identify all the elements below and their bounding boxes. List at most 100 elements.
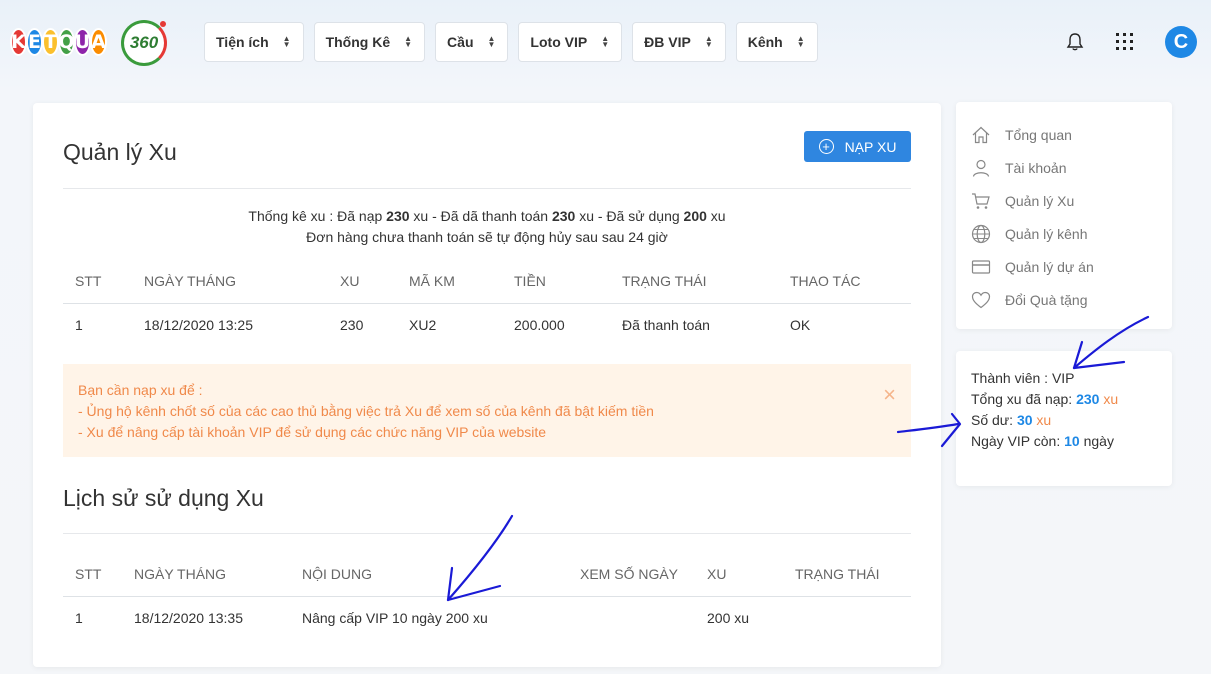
menu-thong-ke[interactable]: Thống Kê ▲ ▼ bbox=[313, 22, 426, 62]
apps-grid-icon[interactable] bbox=[1116, 33, 1133, 50]
sidebar-item-label: Quản lý kênh bbox=[1005, 226, 1088, 242]
heart-icon bbox=[971, 291, 991, 309]
logo-letters: K E T Q U A bbox=[10, 28, 107, 56]
logo-letter: T bbox=[42, 28, 59, 56]
logo-dot bbox=[160, 21, 166, 27]
menu-db-vip[interactable]: ĐB VIP ▲ ▼ bbox=[632, 22, 726, 62]
history-title: Lịch sử sử dụng Xu bbox=[63, 485, 264, 511]
member-info-card: Thành viên : VIP Tổng xu đã nạp: 230 xu … bbox=[956, 351, 1172, 486]
stats-deposited: 230 bbox=[386, 208, 410, 224]
cell-xu: 200 xu bbox=[707, 609, 750, 626]
logo-number: 360 bbox=[129, 33, 159, 52]
stats-paid: 230 bbox=[551, 208, 576, 224]
cell-status: Đã thanh toán bbox=[622, 316, 710, 333]
vip-days-value: 10 bbox=[1064, 433, 1080, 449]
col-header: NGÀY THÁNG bbox=[122, 553, 290, 597]
cell-action[interactable]: OK bbox=[778, 303, 911, 346]
cell-view-days bbox=[568, 596, 695, 639]
stats-line: Thống kê xu : Đã nạp 230 xu - Đã dã than… bbox=[248, 208, 726, 224]
menu-cau[interactable]: Cầu ▲ ▼ bbox=[435, 22, 509, 62]
sidebar-item-projects[interactable]: Quản lý dự án bbox=[971, 256, 1094, 278]
cell-xu: 230 bbox=[340, 316, 364, 333]
sort-arrows-icon: ▲ ▼ bbox=[282, 34, 291, 49]
menu-label: Cầu bbox=[447, 34, 474, 50]
cell-stt: 1 bbox=[75, 609, 83, 626]
sort-arrows-icon: ▲ ▼ bbox=[404, 34, 413, 49]
col-header: TRẠNG THÁI bbox=[783, 553, 911, 597]
cell-status bbox=[783, 596, 911, 639]
alert-line: - Xu để nâng cấp tài khoản VIP để sử dụn… bbox=[78, 424, 547, 440]
avatar-letter: C bbox=[1173, 30, 1189, 53]
sidebar-item-overview[interactable]: Tổng quan bbox=[971, 124, 1072, 146]
sort-arrows-icon: ▲ ▼ bbox=[487, 34, 496, 49]
sidebar-item-coins[interactable]: Quản lý Xu bbox=[971, 190, 1074, 212]
member-level: Thành viên : VIP bbox=[971, 370, 1075, 386]
alert-line: Bạn cần nạp xu để : bbox=[78, 382, 203, 398]
avatar[interactable]: C bbox=[1165, 26, 1197, 58]
sort-arrows-icon: ▲ ▼ bbox=[796, 34, 805, 49]
coin-management-card: Quản lý Xu + NẠP XU Thống kê xu : Đã nạp… bbox=[33, 103, 941, 667]
account-sidebar: Tổng quan Tài khoản Quản lý Xu Quản lý k… bbox=[956, 102, 1172, 329]
logo-letter: K bbox=[10, 28, 27, 56]
col-header: MÃ KM bbox=[397, 260, 502, 304]
cell-promo: XU2 bbox=[409, 316, 437, 333]
logo-letter: A bbox=[90, 28, 107, 56]
table-row: 1 18/12/2020 13:35 Nâng cấp VIP 10 ngày … bbox=[63, 596, 911, 639]
col-header: XU bbox=[328, 260, 397, 304]
logo-letter: Q bbox=[58, 28, 75, 56]
stats-used: 200 bbox=[683, 208, 707, 224]
col-header: THAO TÁC bbox=[778, 260, 911, 304]
menu-kenh[interactable]: Kênh ▲ ▼ bbox=[735, 22, 818, 62]
sort-arrows-icon: ▲ ▼ bbox=[704, 34, 713, 49]
table-row: 1 18/12/2020 13:25 230 XU2 200.000 Đã th… bbox=[63, 303, 911, 346]
col-header: TRẠNG THÁI bbox=[610, 260, 778, 304]
col-header: XEM SỐ NGÀY bbox=[568, 553, 695, 597]
menu-loto-vip[interactable]: Loto VIP ▲ ▼ bbox=[518, 22, 623, 62]
plus-circle-icon: + bbox=[818, 139, 834, 154]
home-icon bbox=[972, 126, 990, 144]
col-header: STT bbox=[63, 260, 132, 304]
sidebar-item-gifts[interactable]: Đổi Quà tặng bbox=[971, 289, 1088, 311]
member-total-deposit: Tổng xu đã nạp: 230 xu bbox=[971, 391, 1119, 407]
page-title: Quản lý Xu bbox=[63, 139, 177, 165]
logo-letter: U bbox=[74, 28, 91, 56]
sidebar-item-account[interactable]: Tài khoản bbox=[971, 157, 1066, 179]
cell-date: 18/12/2020 13:25 bbox=[144, 316, 253, 333]
sidebar-item-label: Quản lý dự án bbox=[1005, 259, 1094, 275]
menu-label: Tiện ích bbox=[216, 34, 269, 50]
menu-label: Thống Kê bbox=[325, 34, 391, 50]
globe-icon bbox=[971, 224, 991, 244]
cell-content: Nâng cấp VIP 10 ngày 200 xu bbox=[302, 609, 488, 626]
table-header-row: STT NGÀY THÁNG XU MÃ KM TIỀN TRẠNG THÁI … bbox=[63, 260, 911, 304]
col-header: STT bbox=[63, 553, 122, 597]
logo-360-ring: 360 bbox=[121, 20, 167, 66]
member-balance: Số dư: 30 xu bbox=[971, 412, 1052, 428]
menu-tien-ich[interactable]: Tiện ích ▲ ▼ bbox=[204, 22, 304, 62]
total-value: 230 bbox=[1076, 391, 1100, 407]
cart-icon bbox=[972, 193, 990, 209]
member-level-value: VIP bbox=[1051, 370, 1075, 386]
cell-date: 18/12/2020 13:35 bbox=[134, 609, 243, 626]
history-table: STT NGÀY THÁNG NỘI DUNG XEM SỐ NGÀY XU T… bbox=[63, 553, 911, 639]
nap-xu-button[interactable]: + NẠP XU bbox=[804, 131, 911, 162]
col-header: NGÀY THÁNG bbox=[132, 260, 328, 304]
card-icon bbox=[971, 260, 991, 274]
sidebar-item-label: Tổng quan bbox=[1005, 127, 1072, 143]
sidebar-item-channels[interactable]: Quản lý kênh bbox=[971, 223, 1088, 245]
sidebar-item-label: Tài khoản bbox=[1005, 160, 1067, 176]
coin-stats: Thống kê xu : Đã nạp 230 xu - Đã dã than… bbox=[63, 206, 911, 248]
main-menu: Tiện ích ▲ ▼ Thống Kê ▲ ▼ Cầu ▲ ▼ Loto VIP … bbox=[204, 22, 828, 62]
stats-note: Đơn hàng chưa thanh toán sẽ tự động hủy … bbox=[306, 229, 668, 245]
col-header: XU bbox=[695, 553, 783, 597]
top-header: K E T Q U A 360 Tiện ích ▲ ▼ Thống Kê ▲ ▼ … bbox=[0, 0, 1211, 86]
bell-icon[interactable] bbox=[1066, 32, 1084, 52]
col-header: NỘI DUNG bbox=[290, 553, 568, 597]
close-icon[interactable]: × bbox=[883, 384, 896, 406]
site-logo[interactable]: K E T Q U A 360 bbox=[10, 18, 170, 70]
divider bbox=[63, 533, 911, 534]
sidebar-item-label: Đổi Quà tặng bbox=[1005, 292, 1088, 308]
info-alert: Bạn cần nạp xu để : - Ủng hộ kênh chốt s… bbox=[63, 364, 911, 457]
sidebar-item-label: Quản lý Xu bbox=[1005, 193, 1075, 209]
menu-label: ĐB VIP bbox=[644, 34, 691, 50]
menu-label: Kênh bbox=[747, 34, 783, 50]
